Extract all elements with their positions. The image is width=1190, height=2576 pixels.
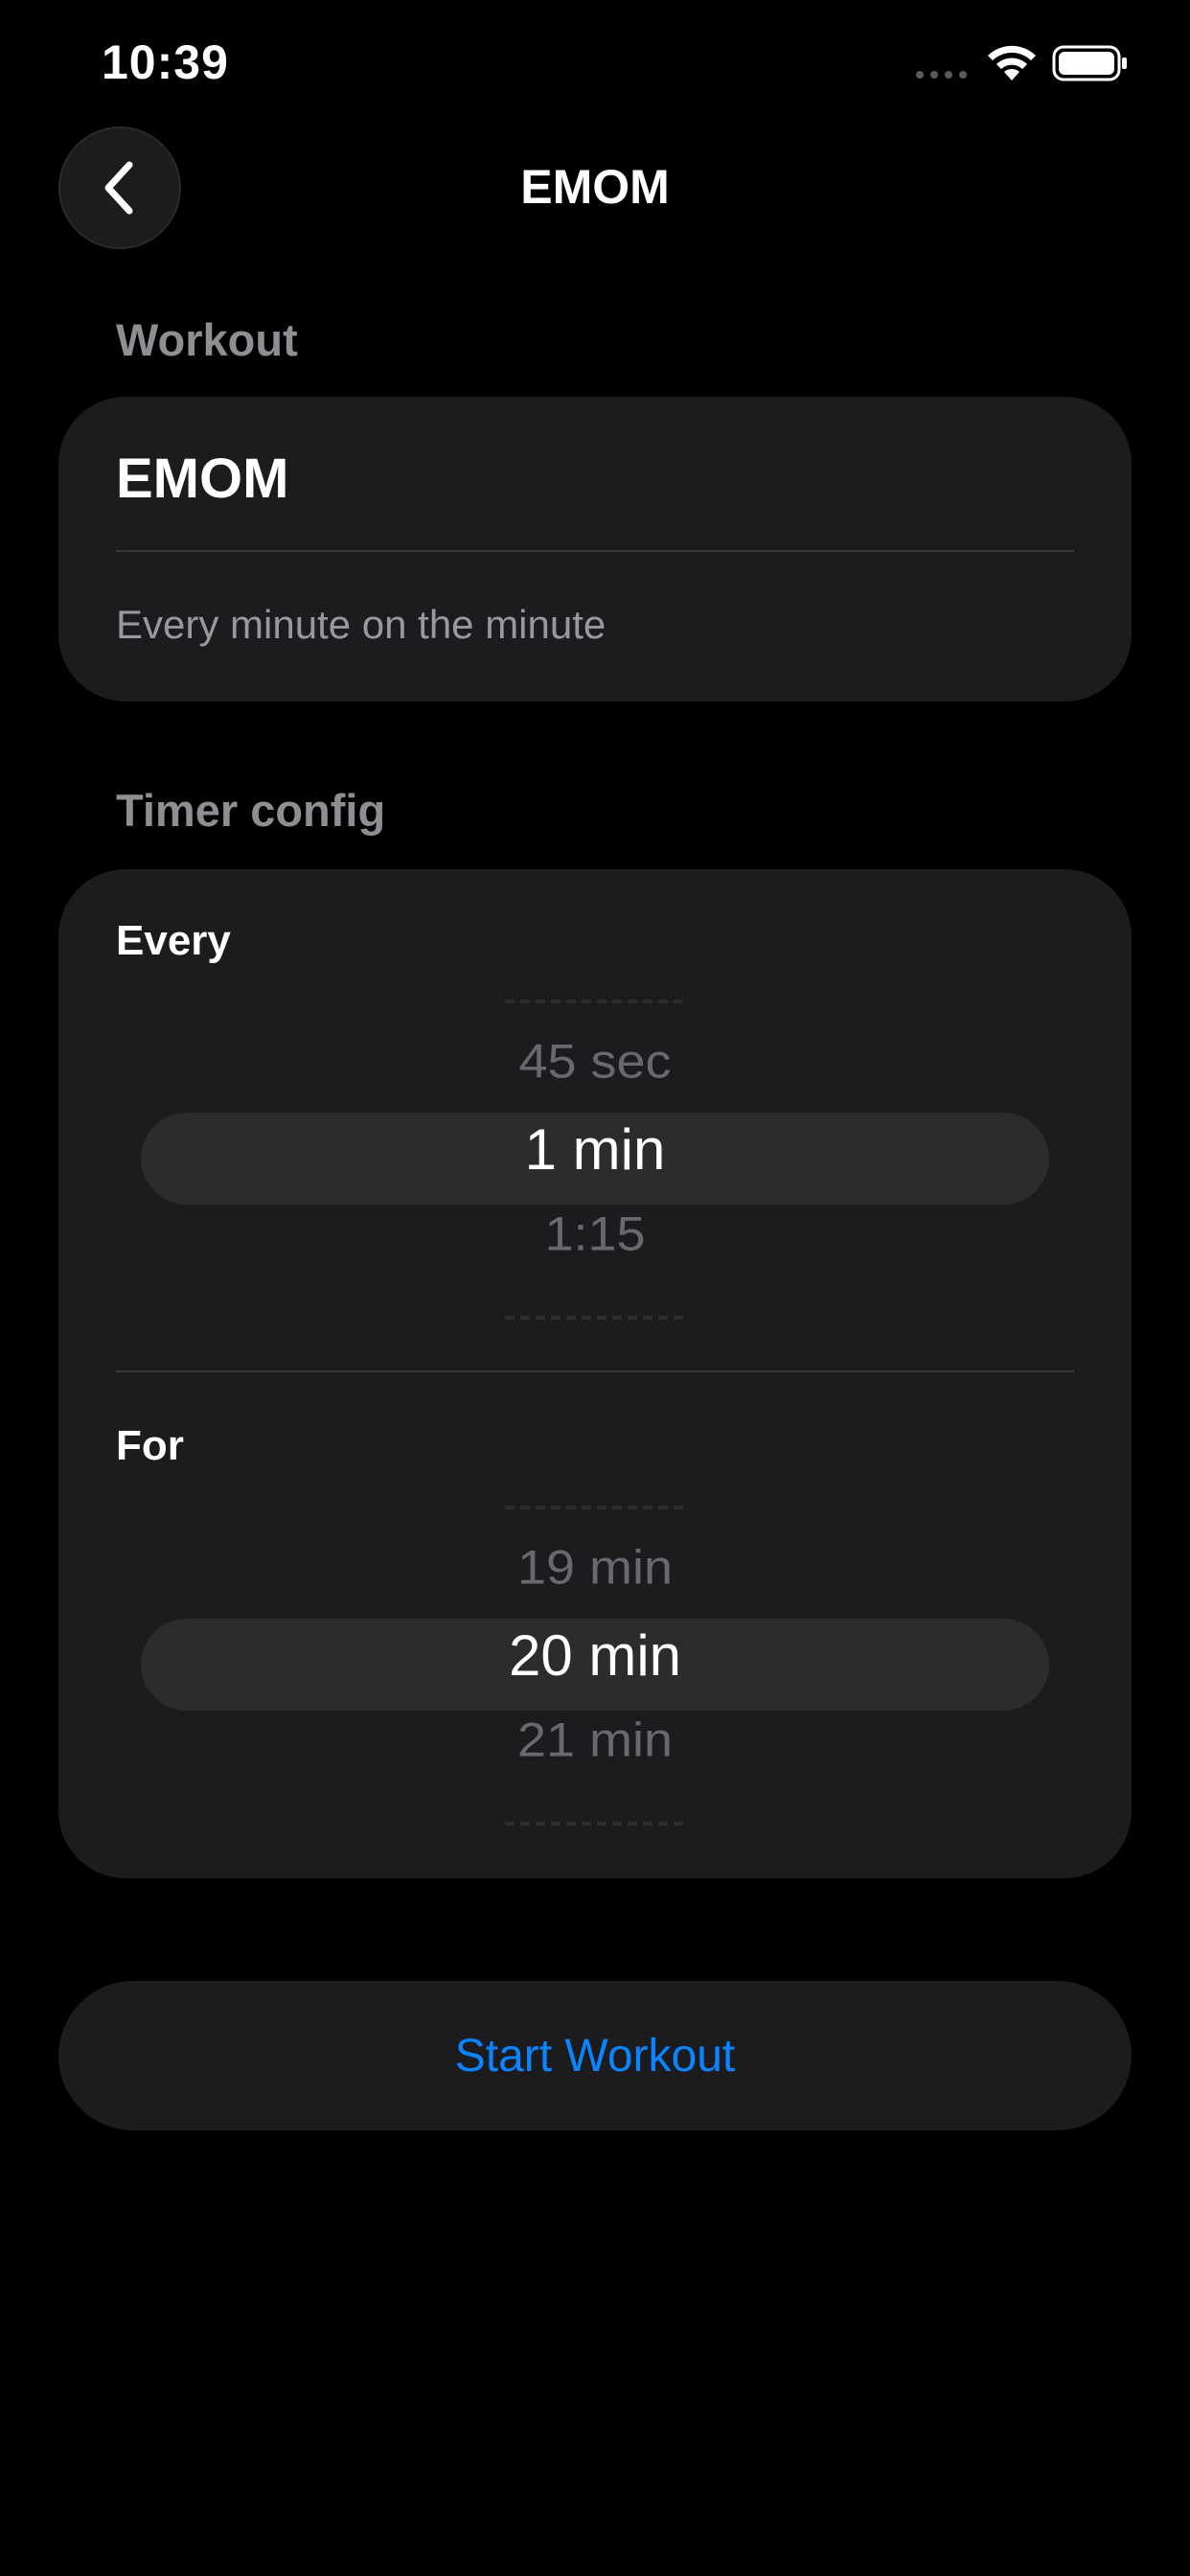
for-picker[interactable]: 19 min 20 min 21 min xyxy=(141,1502,1049,1828)
picker-fade xyxy=(505,1506,685,1509)
picker-fade xyxy=(505,1822,685,1826)
every-label: Every xyxy=(116,917,231,964)
workout-name: EMOM xyxy=(116,448,289,510)
for-picker-option-prev[interactable]: 19 min xyxy=(141,1540,1049,1595)
workout-card: EMOM Every minute on the minute xyxy=(58,397,1132,702)
battery-icon xyxy=(1052,45,1127,81)
picker-fade xyxy=(505,1316,685,1320)
every-picker[interactable]: 45 sec 1 min 1:15 xyxy=(141,996,1049,1322)
divider xyxy=(116,550,1074,552)
start-workout-button[interactable]: Start Workout xyxy=(58,1981,1132,2130)
every-picker-option-prev[interactable]: 45 sec xyxy=(141,1034,1049,1089)
divider xyxy=(116,1370,1074,1372)
workout-section-header: Workout xyxy=(116,314,298,365)
for-picker-option-selected[interactable]: 20 min xyxy=(141,1622,1049,1689)
workout-description: Every minute on the minute xyxy=(116,602,606,647)
timer-config-card: Every 45 sec 1 min 1:15 For 19 min 20 mi… xyxy=(58,869,1132,1878)
status-bar: 10:39 xyxy=(0,0,1190,134)
for-picker-option-next[interactable]: 21 min xyxy=(141,1713,1049,1767)
timer-config-section-header: Timer config xyxy=(116,785,386,836)
page-title: EMOM xyxy=(520,160,670,214)
status-time: 10:39 xyxy=(102,35,229,89)
every-picker-option-next[interactable]: 1:15 xyxy=(141,1207,1049,1261)
picker-fade xyxy=(505,1000,685,1003)
wifi-icon xyxy=(988,45,1036,80)
for-label: For xyxy=(116,1422,184,1469)
cellular-signal-icon xyxy=(916,71,967,79)
every-picker-option-selected[interactable]: 1 min xyxy=(141,1116,1049,1183)
